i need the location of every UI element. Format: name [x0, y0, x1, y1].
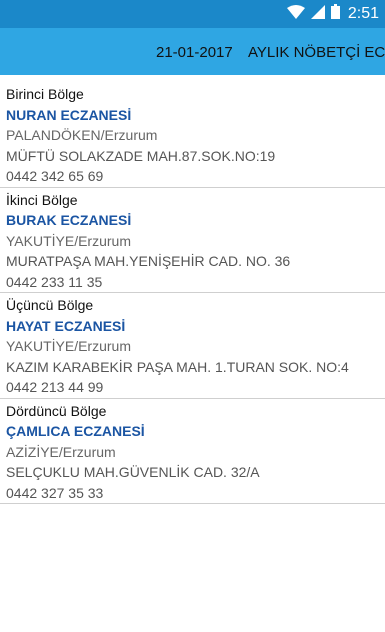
- list-item[interactable]: Üçüncü Bölge HAYAT ECZANESİ YAKUTİYE/Erz…: [0, 293, 385, 399]
- region-label: İkinci Bölge: [6, 191, 78, 208]
- toolbar-date: 21-01-2017: [156, 44, 233, 61]
- region-label: Üçüncü Bölge: [6, 297, 94, 313]
- address-label: MÜFTÜ SOLAKZADE MAH.87.SOK.NO:19: [6, 147, 276, 164]
- region-label: Birinci Bölge: [6, 86, 84, 102]
- district-label: PALANDÖKEN/Erzurum: [6, 127, 158, 143]
- district-label: YAKUTİYE/Erzurum: [6, 338, 131, 354]
- district-label: YAKUTİYE/Erzurum: [6, 232, 131, 249]
- phone-number[interactable]: 0442 233 11 35: [6, 272, 385, 293]
- pharmacy-name: NURAN ECZANESİ: [6, 106, 132, 123]
- battery-icon: [330, 4, 340, 24]
- phone-number[interactable]: 0442 213 44 99: [6, 377, 385, 398]
- phone-number[interactable]: 0442 342 65 69: [6, 166, 385, 187]
- status-icons: 2:51: [286, 4, 379, 24]
- address-label: MURATPAŞA MAH.YENİŞEHİR CAD. NO. 36: [6, 253, 291, 269]
- wifi-icon: [286, 4, 305, 24]
- pharmacy-name: ÇAMLICA ECZANESİ: [6, 423, 145, 439]
- list-item[interactable]: İkinci Bölge BURAK ECZANESİ YAKUTİYE/Erz…: [0, 188, 385, 293]
- region-label: Dördüncü Bölge: [6, 402, 107, 419]
- district-label: AZİZİYE/Erzurum: [6, 443, 116, 460]
- address-label: KAZIM KARABEKİR PAŞA MAH. 1.TURAN SOK. N…: [6, 358, 349, 375]
- pharmacy-list: Birinci Bölge NURAN ECZANESİ PALANDÖKEN/…: [0, 75, 385, 504]
- signal-icon: [310, 4, 325, 24]
- list-item[interactable]: Birinci Bölge NURAN ECZANESİ PALANDÖKEN/…: [0, 75, 385, 188]
- pharmacy-name: BURAK ECZANESİ: [6, 212, 132, 228]
- toolbar-title: AYLIK NÖBETÇİ ECZA: [248, 44, 385, 61]
- pharmacy-name: HAYAT ECZANESİ: [6, 317, 126, 334]
- status-bar: 2:51: [0, 0, 385, 28]
- address-label: SELÇUKLU MAH.GÜVENLİK CAD. 32/A: [6, 464, 260, 480]
- phone-number[interactable]: 0442 327 35 33: [6, 483, 385, 504]
- toolbar: 21-01-2017 AYLIK NÖBETÇİ ECZA: [0, 28, 385, 75]
- status-time: 2:51: [347, 5, 379, 22]
- list-item[interactable]: Dördüncü Bölge ÇAMLICA ECZANESİ AZİZİYE/…: [0, 399, 385, 504]
